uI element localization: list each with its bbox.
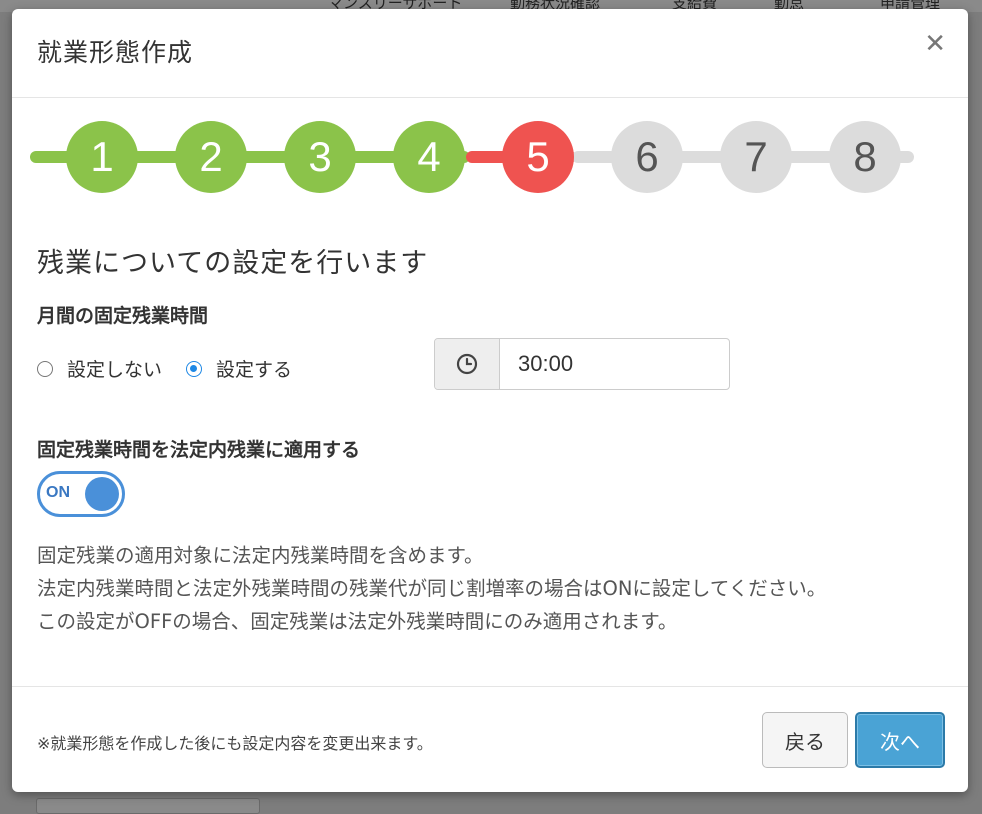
help-text: 固定残業の適用対象に法定内残業時間を含めます。 法定内残業時間と法定外残業時間の… [37, 539, 826, 638]
dialog-footer: ※就業形態を作成した後にも設定内容を変更出来ます。 戻る 次へ [12, 686, 968, 792]
fixed-overtime-radio-group: 設定しない 設定する [37, 355, 316, 382]
radio-set-label[interactable]: 設定する [216, 355, 292, 382]
step-6: 6 [611, 121, 683, 193]
step-2: 2 [175, 121, 247, 193]
back-button[interactable]: 戻る [762, 712, 848, 768]
close-button[interactable]: ✕ [924, 31, 946, 57]
footer-note: ※就業形態を作成した後にも設定内容を変更出来ます。 [37, 734, 433, 753]
time-addon [435, 339, 500, 389]
step-8: 8 [829, 121, 901, 193]
radio-not-set[interactable] [37, 360, 53, 377]
apply-legal-overtime-label: 固定残業時間を法定内残業に適用する [37, 439, 361, 461]
step-3: 3 [284, 121, 356, 193]
step-4: 4 [393, 121, 465, 193]
radio-not-set-label[interactable]: 設定しない [67, 355, 162, 382]
toggle-knob [85, 477, 119, 511]
work-style-dialog: 就業形態作成 ✕ 12345678 残業についての設定を行います 月間の固定残業… [12, 9, 968, 792]
step-indicator: 12345678 [30, 121, 914, 193]
close-icon: ✕ [924, 29, 946, 59]
help-line: この設定がOFFの場合、固定残業は法定外残業時間にのみ適用されます。 [37, 610, 678, 633]
section-heading: 残業についての設定を行います [37, 248, 429, 279]
step-5: 5 [502, 121, 574, 193]
fixed-overtime-label: 月間の固定残業時間 [37, 305, 209, 327]
toggle-state-label: ON [46, 484, 70, 501]
next-button[interactable]: 次へ [855, 712, 945, 768]
help-line: 法定内残業時間と法定外残業時間の残業代が同じ割増率の場合はONに設定してください… [37, 577, 827, 600]
dialog-header: 就業形態作成 ✕ [12, 9, 968, 98]
step-1: 1 [66, 121, 138, 193]
radio-set[interactable] [186, 360, 203, 377]
fixed-overtime-time-field[interactable]: 30:00 [434, 338, 730, 390]
time-input[interactable]: 30:00 [500, 339, 729, 389]
step-7: 7 [720, 121, 792, 193]
dialog-title: 就業形態作成 [37, 38, 194, 67]
background-field [36, 798, 260, 814]
clock-icon [456, 353, 478, 375]
apply-legal-overtime-toggle[interactable]: ON [37, 471, 125, 517]
help-line: 固定残業の適用対象に法定内残業時間を含めます。 [37, 544, 484, 567]
